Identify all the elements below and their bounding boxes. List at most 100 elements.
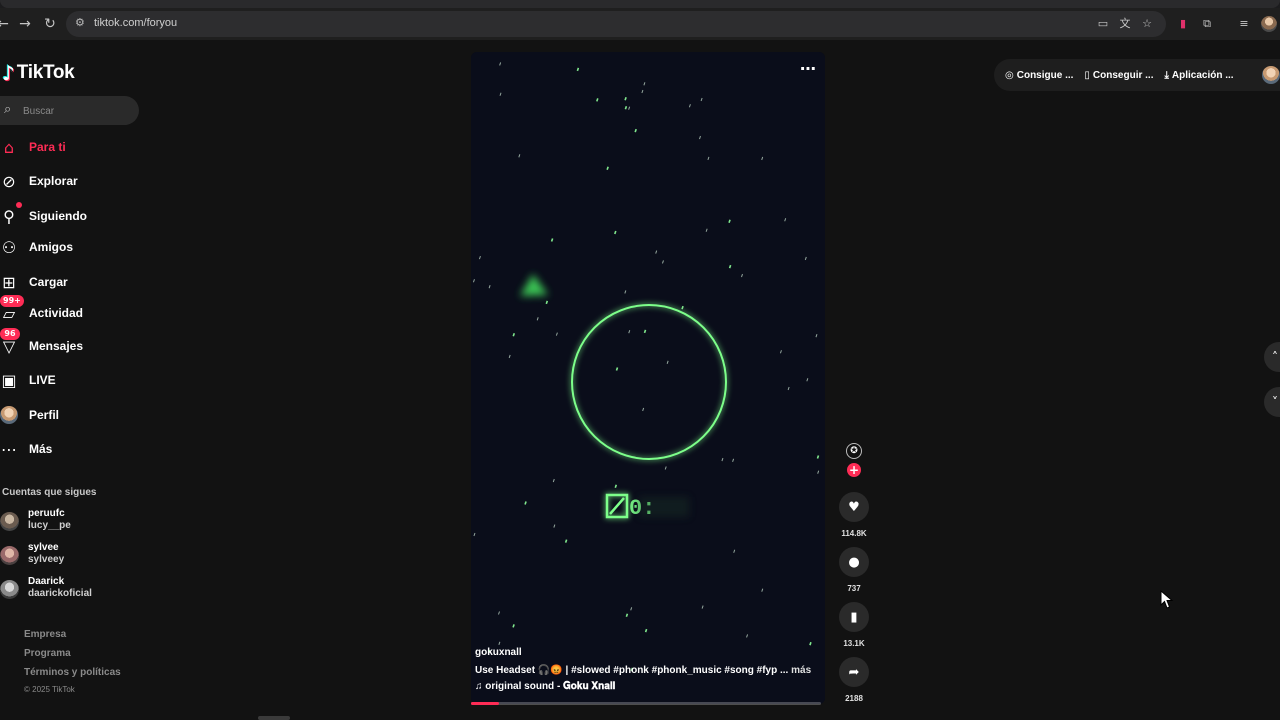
video-progress-bar[interactable] bbox=[471, 702, 821, 705]
creator-avatar[interactable]: ✪ bbox=[846, 443, 862, 459]
extension-icon[interactable]: ▮ bbox=[1175, 16, 1191, 32]
video-sound[interactable]: ♫ original sound - 𝐆𝐨𝐤𝐮 𝐗𝐧𝐚𝐥𝐥 bbox=[475, 681, 615, 692]
site-info-icon[interactable]: ⚙ bbox=[75, 16, 89, 30]
video-more-options-icon[interactable]: ⋯ bbox=[800, 59, 817, 78]
avatar bbox=[0, 580, 19, 599]
particle bbox=[614, 484, 618, 489]
reload-icon[interactable]: ↻ bbox=[41, 15, 59, 33]
get-app-label: Conseguir ... bbox=[1092, 69, 1154, 81]
home-icon: ⌂ bbox=[3, 137, 15, 157]
footer-link-empresa[interactable]: Empresa bbox=[24, 629, 66, 640]
brand-name: TikTok bbox=[16, 62, 75, 83]
account-handle: daarickoficial bbox=[28, 588, 92, 599]
sidebar-item-actividad[interactable]: ▱ 99+ Actividad bbox=[0, 295, 84, 325]
particle bbox=[545, 300, 549, 305]
sidebar-item-explorar[interactable]: ⊘ Explorar bbox=[0, 169, 78, 193]
reading-list-icon[interactable]: ≡ bbox=[1236, 16, 1252, 32]
caption-text: Use Headset 🎧😡 | #slowed #phonk #phonk_m… bbox=[475, 665, 789, 676]
back-icon[interactable]: ← bbox=[0, 15, 12, 33]
particle bbox=[816, 455, 820, 459]
like-count: 114.8K bbox=[841, 529, 867, 538]
following-section-title: Cuentas que sigues bbox=[2, 487, 97, 498]
download-app-label: Aplicación ... bbox=[1171, 69, 1234, 81]
heart-icon: ♥ bbox=[848, 499, 860, 515]
copyright: © 2025 TikTok bbox=[24, 685, 75, 694]
search-input[interactable] bbox=[23, 103, 133, 119]
sidebar-item-label: Amigos bbox=[29, 240, 74, 254]
search-icon[interactable]: ⌕ bbox=[4, 102, 11, 117]
user-avatar[interactable] bbox=[1262, 66, 1280, 84]
avatar bbox=[0, 512, 19, 531]
coin-icon: ◎ bbox=[1005, 69, 1014, 81]
address-bar[interactable]: ⚙ tiktok.com/foryou bbox=[66, 11, 1166, 37]
friends-icon: ⚇ bbox=[1, 237, 17, 257]
video-player[interactable]: 0: bbox=[471, 52, 825, 704]
particle bbox=[614, 230, 617, 235]
bookmark-star-icon[interactable]: ☆ bbox=[1139, 16, 1155, 32]
particle bbox=[624, 97, 627, 101]
particle bbox=[606, 166, 609, 170]
comment-button[interactable]: ● bbox=[839, 547, 869, 577]
sidebar-item-label: Más bbox=[29, 442, 53, 456]
sidebar-item-label: Perfil bbox=[29, 408, 60, 422]
account-name: Daarick bbox=[28, 576, 65, 587]
share-icon: ➦ bbox=[848, 664, 860, 680]
horizontal-scrollbar[interactable] bbox=[258, 716, 290, 720]
sidebar-item-mensajes[interactable]: ▽ 96 Mensajes bbox=[0, 328, 83, 358]
sidebar-item-cargar[interactable]: ⊞ Cargar bbox=[0, 270, 67, 294]
get-coins-label: Consigue ... bbox=[1016, 69, 1074, 81]
compass-icon: ⊘ bbox=[2, 171, 16, 191]
extensions-puzzle-icon[interactable]: ⧉ bbox=[1199, 16, 1215, 32]
sidebar-item-perfil[interactable]: Perfil bbox=[0, 403, 59, 427]
sidebar-item-siguiendo[interactable]: ⚲ Siguiendo bbox=[0, 202, 87, 228]
sidebar-item-label: LIVE bbox=[29, 373, 56, 387]
chevron-down-icon: ˅ bbox=[1272, 395, 1278, 409]
sidebar-item-label: Para ti bbox=[29, 140, 66, 154]
sidebar-item-mas[interactable]: ⋯ Más bbox=[0, 437, 52, 461]
share-button[interactable]: ➦ bbox=[839, 657, 869, 687]
profile-avatar bbox=[0, 404, 20, 426]
tiktok-note-icon: ♪ bbox=[2, 61, 15, 85]
footer-link-programa[interactable]: Programa bbox=[24, 648, 71, 659]
particle bbox=[524, 501, 527, 505]
translate-icon[interactable]: 文 bbox=[1117, 16, 1133, 32]
get-coins-button[interactable]: ◎ Consigue ... bbox=[1005, 70, 1073, 81]
search-box[interactable]: ⌕ bbox=[0, 96, 139, 125]
previous-video-button[interactable]: ˄ bbox=[1264, 342, 1280, 372]
tiktok-logo[interactable]: ♪ TikTok bbox=[2, 61, 75, 85]
forward-icon[interactable]: → bbox=[16, 15, 34, 33]
like-button[interactable]: ♥ bbox=[839, 492, 869, 522]
particle bbox=[625, 613, 629, 618]
follow-plus-icon[interactable]: + bbox=[847, 463, 861, 477]
video-caption: Use Headset 🎧😡 | #slowed #phonk #phonk_m… bbox=[475, 665, 818, 676]
more-icon: ⋯ bbox=[1, 439, 17, 459]
next-video-button[interactable]: ˅ bbox=[1264, 387, 1280, 417]
user-follow-icon: ⚲ bbox=[0, 202, 22, 227]
sidebar-item-live[interactable]: ▣ LIVE bbox=[0, 368, 56, 392]
particle bbox=[643, 329, 647, 334]
sidebar-item-label: Actividad bbox=[29, 306, 84, 320]
video-author[interactable]: gokuxnall bbox=[475, 647, 522, 658]
get-app-button[interactable]: ▯ Conseguir ... bbox=[1084, 70, 1153, 81]
top-right-actions: ◎ Consigue ... ▯ Conseguir ... ⤓ Aplicación… bbox=[994, 59, 1280, 91]
particle bbox=[634, 128, 637, 133]
save-button[interactable]: ▮ bbox=[839, 602, 869, 632]
sidebar-item-amigos[interactable]: ⚇ Amigos bbox=[0, 235, 73, 259]
sidebar-item-para-ti[interactable]: ⌂ Para ti bbox=[0, 135, 66, 159]
timer-blur bbox=[639, 497, 689, 517]
account-handle: sylveey bbox=[28, 554, 65, 565]
sidebar-item-label: Explorar bbox=[29, 174, 78, 188]
messages-badge: 96 bbox=[0, 328, 20, 340]
install-app-icon[interactable]: ▭ bbox=[1095, 16, 1111, 32]
sidebar-item-label: Siguiendo bbox=[29, 209, 87, 223]
particle bbox=[644, 628, 648, 633]
footer-link-terminos[interactable]: Términos y políticas bbox=[24, 667, 121, 678]
upload-icon: ⊞ bbox=[2, 272, 16, 292]
browser-profile-avatar[interactable] bbox=[1261, 16, 1277, 32]
download-icon: ⤓ bbox=[1164, 69, 1169, 81]
progress-fill bbox=[471, 702, 499, 705]
url-text[interactable]: tiktok.com/foryou bbox=[94, 17, 177, 29]
caption-more-link[interactable]: más bbox=[791, 665, 811, 676]
bookmark-icon: ▮ bbox=[850, 609, 858, 625]
download-app-button[interactable]: ⤓ Aplicación ... bbox=[1164, 70, 1233, 81]
